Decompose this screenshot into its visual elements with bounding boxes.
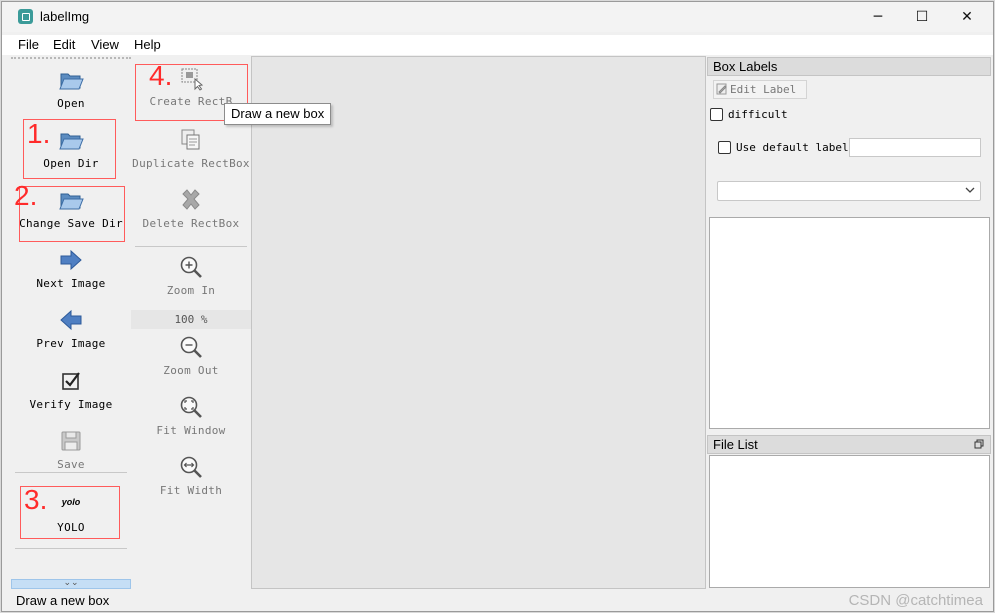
duplicate-rectbox-button[interactable]: Duplicate RectBox [131, 127, 251, 170]
default-label-input[interactable] [849, 138, 981, 157]
status-bar: Draw a new box CSDN @catchtimea [2, 590, 993, 611]
prev-image-label: Prev Image [36, 337, 106, 350]
float-dock-icon[interactable] [974, 439, 984, 449]
label-list[interactable] [709, 217, 990, 429]
difficult-checkbox[interactable] [710, 108, 723, 121]
difficult-label: difficult [728, 108, 788, 121]
zoom-in-icon [180, 256, 202, 278]
zoom-out-icon [180, 336, 202, 358]
toolbar-separator [15, 548, 127, 549]
menu-help[interactable]: Help [134, 37, 161, 52]
verify-image-button[interactable]: Verify Image [11, 368, 131, 411]
zoom-in-label: Zoom In [166, 284, 216, 297]
fit-width-label: Fit Width [159, 484, 223, 497]
file-list-title-text: File List [713, 437, 758, 452]
verify-image-label: Verify Image [29, 398, 113, 411]
menu-view[interactable]: View [91, 37, 119, 52]
arrow-right-icon [60, 249, 82, 271]
toolbar-separator [135, 246, 247, 247]
delete-rectbox-label: Delete RectBox [142, 217, 240, 230]
annotation-number-3: 3. [24, 484, 48, 515]
prev-image-button[interactable]: Prev Image [11, 307, 131, 350]
edit-label-button[interactable]: Edit Label [713, 80, 807, 99]
file-list[interactable] [709, 455, 990, 588]
status-text: Draw a new box [16, 593, 110, 608]
close-button[interactable]: ✕ [944, 2, 990, 32]
toolbar-expand-button[interactable]: ⌄⌄ [11, 579, 131, 589]
right-dock: Box Labels Edit Label difficult Use defa… [707, 56, 991, 589]
image-canvas[interactable] [251, 56, 706, 589]
labelimg-window: labelImg ─ ☐ ✕ File Edit View Help Open … [1, 1, 994, 612]
fit-width-icon [180, 456, 202, 478]
watermark: CSDN @catchtimea [848, 592, 983, 609]
open-button[interactable]: Open [11, 67, 131, 110]
menu-bar: File Edit View Help [2, 35, 993, 55]
annotation-number-4: 4. [149, 60, 173, 91]
use-default-label-checkbox[interactable] [718, 141, 731, 154]
minimize-button[interactable]: ─ [855, 2, 901, 32]
zoom-out-button[interactable]: Zoom Out [131, 334, 251, 377]
pencil-icon [716, 83, 727, 95]
app-icon [18, 9, 33, 24]
create-rectbox-tooltip: Draw a new box [224, 103, 332, 125]
use-default-label-text: Use default label [736, 141, 849, 154]
window-title: labelImg [40, 9, 90, 24]
arrow-left-icon [60, 309, 82, 331]
maximize-button[interactable]: ☐ [899, 2, 945, 32]
fit-window-icon [180, 396, 202, 418]
delete-x-icon [182, 189, 200, 210]
folder-open-icon [59, 73, 84, 90]
duplicate-rectbox-label: Duplicate RectBox [132, 157, 250, 170]
fit-width-button[interactable]: Fit Width [131, 454, 251, 497]
duplicate-rectbox-icon [181, 129, 200, 150]
floppy-disk-icon [61, 431, 81, 451]
fit-window-button[interactable]: Fit Window [131, 394, 251, 437]
save-button[interactable]: Save [11, 428, 131, 471]
zoom-value-spinbox[interactable]: 100 % [131, 310, 251, 329]
chevron-down-icon [965, 187, 975, 193]
save-label: Save [57, 458, 85, 471]
annotation-number-2: 2. [14, 180, 38, 211]
file-list-title: File List [707, 435, 991, 454]
toolbar-separator [15, 472, 127, 473]
annotation-number-1: 1. [27, 118, 51, 149]
zoom-in-button[interactable]: Zoom In [131, 254, 251, 297]
next-image-label: Next Image [36, 277, 106, 290]
zoom-out-label: Zoom Out [163, 364, 219, 377]
label-combobox[interactable] [717, 181, 981, 201]
toolbar-column-secondary: Create RectB Duplicate RectBox Delete Re… [131, 57, 251, 587]
next-image-button[interactable]: Next Image [11, 247, 131, 290]
open-label: Open [57, 97, 85, 110]
fit-window-label: Fit Window [156, 424, 226, 437]
delete-rectbox-button[interactable]: Delete RectBox [131, 187, 251, 230]
menu-file[interactable]: File [18, 37, 39, 52]
edit-label-text: Edit Label [730, 83, 797, 96]
title-bar: labelImg ─ ☐ ✕ [2, 2, 993, 32]
menu-edit[interactable]: Edit [53, 37, 75, 52]
checkbox-verify-icon [62, 372, 80, 390]
box-labels-title: Box Labels [707, 57, 991, 76]
